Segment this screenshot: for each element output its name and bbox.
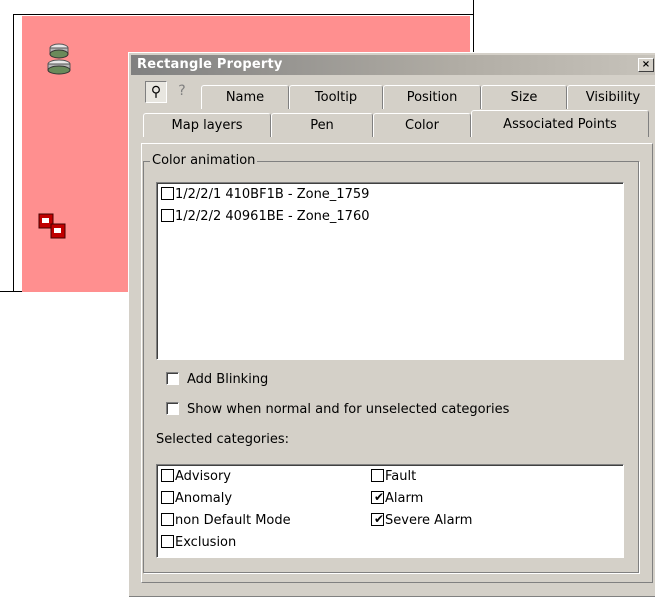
point-label: 1/2/2/2 40961BE - Zone_1760: [175, 209, 370, 224]
list-item[interactable]: Fault: [371, 469, 416, 487]
category-label: Advisory: [175, 469, 231, 484]
show-when-normal-option[interactable]: Show when normal and for unselected cate…: [166, 402, 509, 417]
selected-categories-label: Selected categories:: [156, 432, 290, 447]
dialog-title: Rectangle Property: [137, 57, 283, 72]
tab-row-upper: ⚲ ? Name Tooltip Position Size Visibilit…: [139, 81, 655, 109]
smoke-detector-icon[interactable]: [44, 40, 74, 80]
color-animation-group: Color animation 1/2/2/1 410BF1B - Zone_1…: [143, 153, 639, 573]
tab-size[interactable]: Size: [481, 85, 567, 109]
list-item[interactable]: Anomaly: [161, 491, 232, 509]
categories-listbox[interactable]: Advisory Anomaly non Default Mode Exclus…: [156, 464, 624, 558]
category-label: Anomaly: [175, 491, 233, 506]
point-label: 1/2/2/1 410BF1B - Zone_1759: [175, 187, 370, 202]
category-label: Severe Alarm: [385, 513, 473, 528]
category-checkbox-fault[interactable]: [371, 469, 384, 482]
category-label: non Default Mode: [175, 513, 291, 528]
list-item[interactable]: 1/2/2/1 410BF1B - Zone_1759: [161, 187, 369, 205]
tab-tooltip[interactable]: Tooltip: [289, 85, 383, 109]
tab-visibility[interactable]: Visibility: [567, 85, 655, 109]
add-blinking-label: Add Blinking: [187, 372, 269, 387]
alarm-module-icon[interactable]: [37, 212, 71, 242]
list-item[interactable]: ✔ Severe Alarm: [371, 513, 472, 531]
category-label: Alarm: [385, 491, 424, 506]
category-checkbox-exclusion[interactable]: [161, 535, 174, 548]
close-button[interactable]: ×: [638, 58, 654, 72]
show-when-normal-checkbox[interactable]: [166, 402, 179, 415]
tab-row-lower: Map layers Pen Color Associated Points: [139, 110, 655, 137]
list-item[interactable]: 1/2/2/2 40961BE - Zone_1760: [161, 209, 369, 227]
list-item[interactable]: Exclusion: [161, 535, 236, 553]
add-blinking-option[interactable]: Add Blinking: [166, 372, 268, 387]
category-checkbox-advisory[interactable]: [161, 469, 174, 482]
add-blinking-checkbox[interactable]: [166, 372, 179, 385]
help-icon[interactable]: ?: [171, 81, 193, 103]
list-item[interactable]: ✔ Alarm: [371, 491, 423, 509]
tab-color[interactable]: Color: [373, 113, 471, 137]
tab-position[interactable]: Position: [383, 85, 481, 109]
points-listbox[interactable]: 1/2/2/1 410BF1B - Zone_1759 1/2/2/2 4096…: [156, 182, 624, 360]
show-when-normal-label: Show when normal and for unselected cate…: [187, 402, 510, 417]
category-label: Exclusion: [175, 535, 237, 550]
category-checkbox-alarm[interactable]: ✔: [371, 491, 384, 504]
list-item[interactable]: Advisory: [161, 469, 231, 487]
tab-pen[interactable]: Pen: [271, 113, 373, 137]
point-checkbox[interactable]: [161, 209, 174, 222]
point-checkbox[interactable]: [161, 187, 174, 200]
check-icon: ✔: [374, 490, 385, 504]
tab-associated-points[interactable]: Associated Points: [471, 110, 649, 137]
pin-icon[interactable]: ⚲: [145, 81, 167, 103]
tab-name[interactable]: Name: [201, 85, 289, 109]
tab-map-layers[interactable]: Map layers: [143, 113, 271, 137]
category-checkbox-non-default-mode[interactable]: [161, 513, 174, 526]
canvas-border-top: [13, 14, 474, 15]
list-item[interactable]: non Default Mode: [161, 513, 291, 531]
canvas-border-left: [13, 14, 14, 292]
color-animation-label: Color animation: [150, 153, 258, 168]
rectangle-property-dialog: Rectangle Property × ⚲ ? Name Tooltip Po…: [128, 52, 655, 597]
dialog-titlebar[interactable]: Rectangle Property ×: [131, 55, 655, 75]
category-checkbox-anomaly[interactable]: [161, 491, 174, 504]
category-label: Fault: [385, 469, 417, 484]
category-checkbox-severe-alarm[interactable]: ✔: [371, 513, 384, 526]
check-icon: ✔: [374, 512, 385, 526]
